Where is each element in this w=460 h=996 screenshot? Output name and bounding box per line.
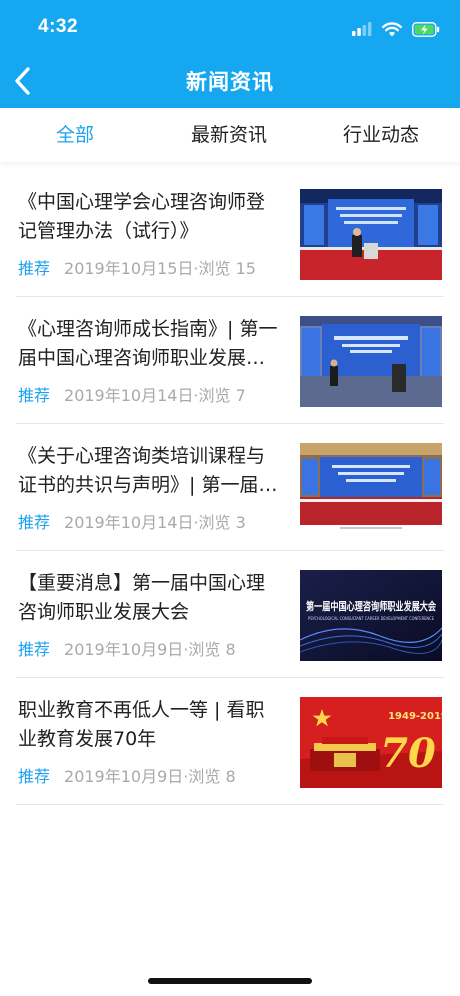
status-icons	[352, 19, 440, 39]
tab-industry-news[interactable]: 行业动态	[343, 108, 419, 162]
article-date-views: 2019年10月9日·浏览 8	[64, 767, 236, 786]
article-list: 《中国心理学会心理咨询师登记管理办法（试行）》 推荐 2019年10月15日·浏览…	[0, 170, 460, 805]
poster-number-text: 70	[380, 730, 436, 777]
article-meta: 推荐 2019年10月14日·浏览 3	[18, 512, 246, 534]
list-item[interactable]: 职业教育不再低人一等 | 看职业教育发展70年 推荐 2019年10月9日·浏览 …	[0, 678, 460, 805]
recommend-tag: 推荐	[18, 259, 51, 278]
article-meta: 推荐 2019年10月9日·浏览 8	[18, 766, 236, 788]
recommend-tag: 推荐	[18, 386, 51, 405]
divider	[16, 804, 444, 805]
article-title: 《中国心理学会心理咨询师登记管理办法（试行）》	[18, 191, 266, 242]
tab-bar: 全部 最新资讯 行业动态	[0, 108, 460, 162]
article-date-views: 2019年10月14日·浏览 7	[64, 386, 246, 405]
article-meta: 推荐 2019年10月14日·浏览 7	[18, 385, 246, 407]
banner-subtitle-text: PSYCHOLOGICAL CONSULTANT CAREER DEVELOPM…	[308, 616, 434, 621]
list-item[interactable]: 《中国心理学会心理咨询师登记管理办法（试行）》 推荐 2019年10月15日·浏览…	[0, 170, 460, 297]
tab-all[interactable]: 全部	[56, 108, 94, 162]
page-title: 新闻资讯	[186, 70, 274, 94]
banner-title-text: 第一届中国心理咨询师职业发展大会	[306, 599, 437, 613]
article-meta: 推荐 2019年10月9日·浏览 8	[18, 639, 236, 661]
list-item[interactable]: 《关于心理咨询类培训课程与证书的共识与声明》| 第一届中国心理咨询师职业发展大会…	[0, 424, 460, 551]
article-meta: 推荐 2019年10月15日·浏览 15	[18, 258, 256, 280]
list-item[interactable]: 《心理咨询师成长指南》| 第一届中国心理咨询师职业发展大会 推荐 2019年10月…	[0, 297, 460, 424]
article-date-views: 2019年10月14日·浏览 3	[64, 513, 246, 532]
article-date-views: 2019年10月15日·浏览 15	[64, 259, 256, 278]
article-thumbnail[interactable]: 1949-2019 70	[300, 697, 442, 788]
article-thumbnail[interactable]	[300, 316, 442, 407]
anniversary-poster-image: 1949-2019 70	[300, 697, 442, 788]
recommend-tag: 推荐	[18, 640, 51, 659]
home-indicator[interactable]	[148, 978, 312, 984]
recommend-tag: 推荐	[18, 513, 51, 532]
tab-latest-news[interactable]: 最新资讯	[191, 108, 267, 162]
status-time: 4:32	[38, 16, 79, 37]
article-thumbnail[interactable]	[300, 443, 442, 534]
battery-charging-icon	[412, 21, 440, 37]
app-header: 4:32 新闻资讯	[0, 0, 460, 108]
article-title: 【重要消息】第一届中国心理咨询师职业发展大会	[18, 572, 266, 623]
article-thumbnail[interactable]: 第一届中国心理咨询师职业发展大会 PSYCHOLOGICAL CONSULTAN…	[300, 570, 442, 661]
signal-icon	[352, 22, 372, 36]
article-thumbnail[interactable]	[300, 189, 442, 280]
conference-stage-image	[300, 316, 442, 407]
wifi-icon	[382, 21, 402, 36]
article-title: 《关于心理咨询类培训课程与证书的共识与声明》| 第一届中国心理咨询师职业发展大会	[18, 445, 278, 496]
conference-hall-image	[300, 443, 442, 534]
poster-years-text: 1949-2019	[388, 711, 442, 722]
conference-banner-image: 第一届中国心理咨询师职业发展大会 PSYCHOLOGICAL CONSULTAN…	[300, 570, 442, 661]
article-title: 《心理咨询师成长指南》| 第一届中国心理咨询师职业发展大会	[18, 318, 278, 369]
article-date-views: 2019年10月9日·浏览 8	[64, 640, 236, 659]
conference-stage-image	[300, 189, 442, 280]
list-item[interactable]: 【重要消息】第一届中国心理咨询师职业发展大会 推荐 2019年10月9日·浏览 8…	[0, 551, 460, 678]
article-title: 职业教育不再低人一等 | 看职业教育发展70年	[18, 699, 265, 750]
recommend-tag: 推荐	[18, 767, 51, 786]
